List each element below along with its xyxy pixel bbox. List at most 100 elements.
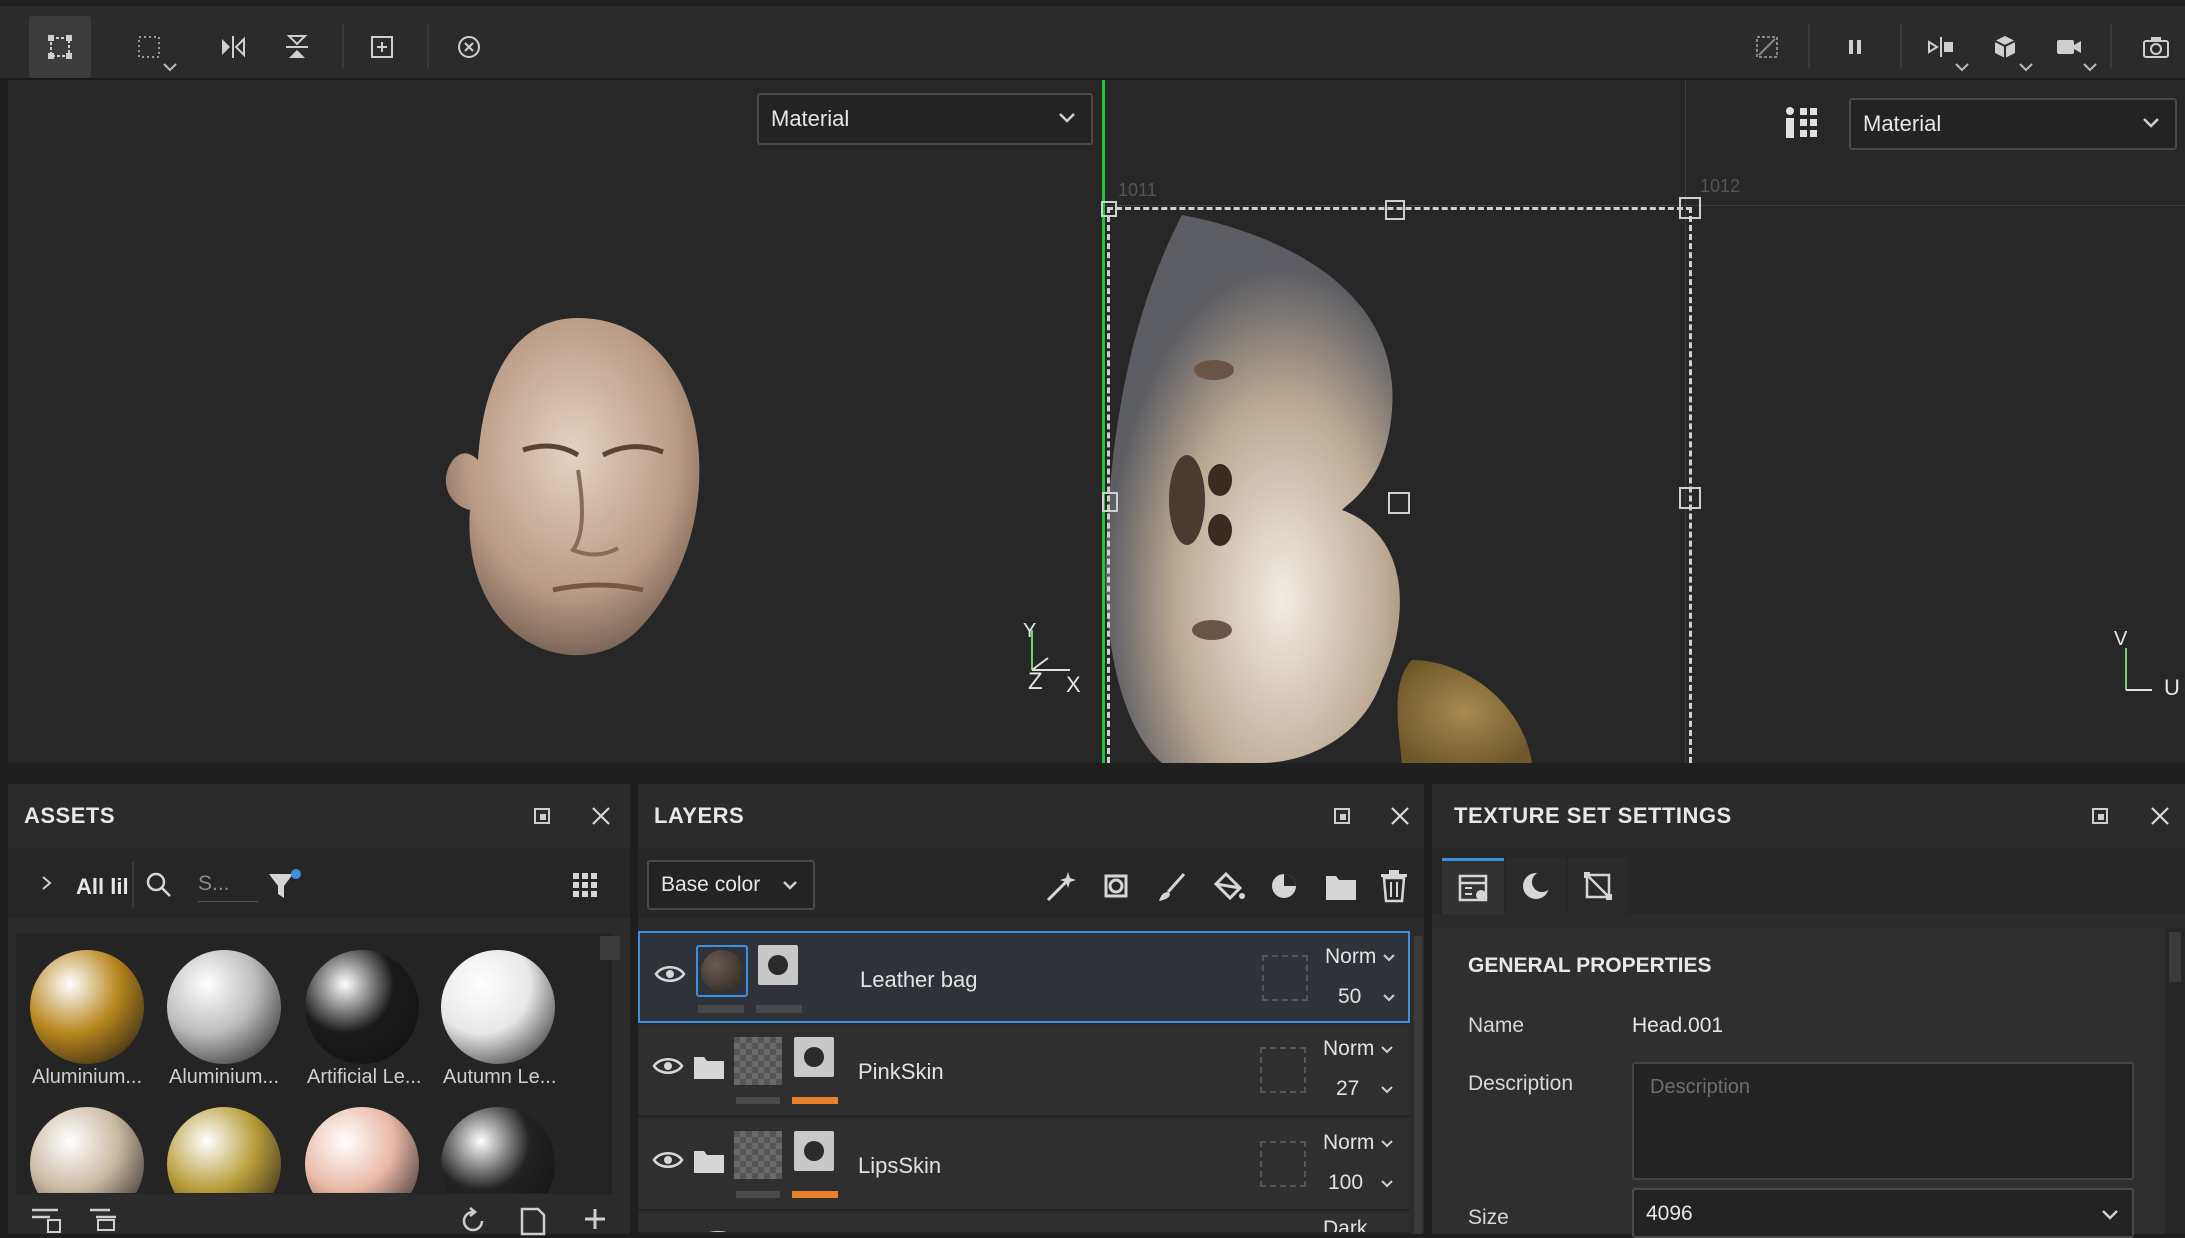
asset-item[interactable] [305,1107,429,1193]
size-select[interactable]: 4096 [1632,1188,2134,1238]
eye-icon[interactable] [652,1149,684,1171]
layer-mask[interactable] [794,1131,834,1171]
layer-row[interactable]: Dark [638,1213,1410,1234]
tss-scrollbar-track[interactable] [2165,928,2185,1234]
uv-selection-frame[interactable] [1107,207,1692,763]
pause-button[interactable] [1824,16,1886,78]
chevron-down-icon[interactable] [1380,1045,1394,1055]
layer-mask[interactable] [794,1037,834,1077]
assets-scrollbar[interactable] [600,936,620,960]
smart-material-icon[interactable] [1268,870,1302,904]
history-button[interactable] [438,16,500,78]
layers-scrollbar[interactable] [1414,936,1422,1234]
layer-row[interactable]: Leather bag Norm 50 [638,931,1410,1023]
blend-mode[interactable]: Norm [1323,1037,1374,1061]
blend-mode[interactable]: Norm [1325,945,1376,969]
info-grid-icon[interactable] [1782,105,1818,141]
asset-item[interactable]: Aluminium... [167,950,291,1090]
add-icon[interactable] [582,1206,608,1232]
display-mode-dropdown[interactable] [1974,16,2036,78]
layer-effect-slot[interactable] [1260,1141,1306,1187]
uv-frame-handle[interactable] [1679,487,1701,509]
layer-row[interactable]: PinkSkin Norm 27 [638,1025,1410,1117]
asset-item[interactable] [30,1107,154,1193]
layer-thumbnail[interactable] [734,1131,782,1179]
uv-frame-handle[interactable] [1385,200,1405,220]
description-field[interactable]: Description [1632,1062,2134,1180]
layer-name[interactable]: PinkSkin [858,1059,944,1085]
split-view-dropdown[interactable] [1910,16,1972,78]
search-icon[interactable] [144,870,174,900]
camera-dropdown[interactable] [2038,16,2100,78]
add-frame-button[interactable] [351,16,413,78]
viewport-3d[interactable]: Material Y Z X [8,80,1102,763]
blend-mode[interactable]: Norm [1323,1131,1374,1155]
mirror-y-button[interactable] [266,16,328,78]
viewport-2d-mode-select[interactable]: Material [1849,98,2177,150]
uv-frame-handle[interactable] [1679,197,1701,219]
asset-item[interactable]: Autumn Le... [441,950,565,1090]
layer-thumbnail[interactable] [696,945,748,997]
assets-breadcrumb[interactable]: All lil [76,874,129,900]
panel-splitter[interactable] [0,763,2185,784]
layer-effect-slot[interactable] [1260,1047,1306,1093]
refresh-icon[interactable] [458,1206,488,1236]
asset-item[interactable] [167,1107,291,1193]
chevron-down-icon[interactable] [1382,993,1396,1003]
viewport-2d[interactable]: 1011 1012 Material V U [1101,80,2185,763]
chevron-right-icon[interactable] [40,874,54,892]
tab-bake[interactable] [1506,858,1566,914]
layer-thumbnail[interactable] [734,1037,782,1085]
close-icon[interactable] [1388,804,1412,828]
hide-viewport-button[interactable] [1736,16,1798,78]
uv-frame-handle[interactable] [1102,492,1118,512]
tab-geometry[interactable] [1568,858,1628,914]
list-alt-icon[interactable] [88,1204,122,1234]
eye-icon[interactable] [654,963,686,985]
close-icon[interactable] [2148,804,2172,828]
layer-opacity[interactable]: 27 [1336,1077,1359,1101]
folder-icon[interactable] [1324,872,1358,902]
chevron-down-icon[interactable] [1380,1139,1394,1149]
grid-view-icon[interactable] [572,872,598,898]
asset-item[interactable]: Aluminium... [30,950,154,1090]
magic-wand-icon[interactable] [1044,870,1078,904]
mirror-x-button[interactable] [202,16,264,78]
channel-select[interactable]: Base color [647,860,815,910]
layer-mask[interactable] [758,945,798,985]
asset-item[interactable] [441,1107,565,1193]
chevron-down-icon[interactable] [1380,1085,1394,1095]
filter-icon[interactable] [266,868,302,904]
chevron-down-icon[interactable] [1380,1179,1394,1189]
brush-icon[interactable] [1156,870,1190,904]
eye-icon[interactable] [652,1055,684,1077]
layer-name[interactable]: LipsSkin [858,1153,941,1179]
name-value[interactable]: Head.001 [1632,1014,1723,1038]
fill-bucket-icon[interactable] [1212,870,1246,904]
trash-icon[interactable] [1378,869,1410,903]
layer-opacity[interactable]: 100 [1328,1171,1363,1195]
undock-icon[interactable] [1332,806,1352,826]
tab-texture-set-settings[interactable] [1442,858,1504,914]
uv-frame-handle[interactable] [1101,201,1117,217]
layer-name[interactable]: Leather bag [860,967,977,993]
asset-item[interactable]: Artificial Le... [305,950,429,1090]
selection-mode-dropdown[interactable] [118,16,180,78]
screenshot-button[interactable] [2125,16,2185,78]
blend-mode[interactable]: Dark [1323,1217,1367,1232]
tss-scrollbar-thumb[interactable] [2169,932,2181,982]
layer-effect-slot[interactable] [1262,955,1308,1001]
undock-icon[interactable] [532,806,552,826]
uv-frame-handle[interactable] [1388,492,1410,514]
add-effect-icon[interactable] [1100,870,1134,904]
selection-tool-button[interactable] [29,16,91,78]
undock-icon[interactable] [2090,806,2110,826]
close-icon[interactable] [589,804,613,828]
new-asset-icon[interactable] [518,1206,548,1236]
layer-opacity[interactable]: 50 [1338,985,1361,1009]
layer-row[interactable]: LipsSkin Norm 100 [638,1119,1410,1211]
chevron-down-icon[interactable] [1382,953,1396,963]
list-icon[interactable] [30,1204,64,1234]
viewport-3d-mode-select[interactable]: Material [757,93,1093,145]
assets-search-input[interactable]: S... [198,872,258,902]
